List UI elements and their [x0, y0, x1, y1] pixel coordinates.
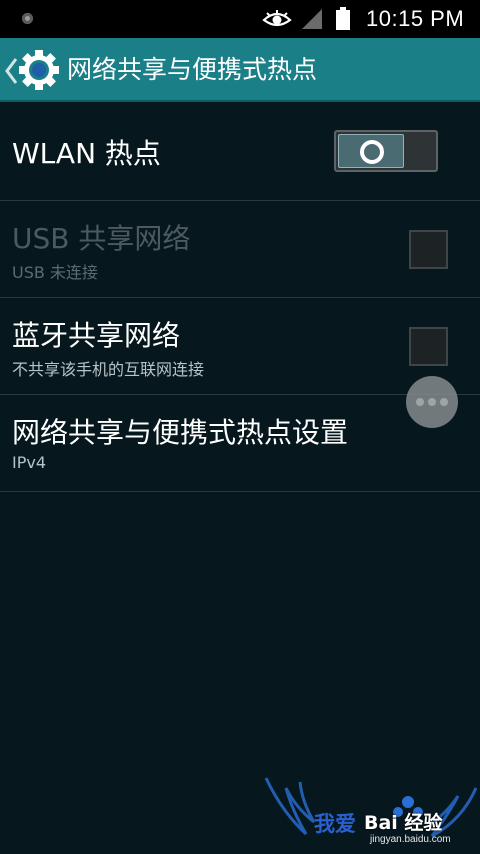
switch-thumb [338, 134, 404, 168]
notification-dot-icon [22, 13, 33, 24]
bluetooth-tethering-checkbox[interactable] [409, 327, 448, 366]
watermark-brand: Bai 经验 [364, 812, 443, 834]
eye-icon [262, 10, 292, 27]
preference-list: WLAN 热点 USB 共享网络 USB 未连接 蓝牙共享网络 不共享该手机的互… [0, 104, 480, 492]
action-bar: 网络共享与便携式热点 [0, 38, 480, 102]
switch-on-icon [360, 140, 384, 164]
pref-summary: 不共享该手机的互联网连接 [12, 360, 205, 379]
watermark-url: jingyan.baidu.com [370, 834, 451, 845]
pref-summary: USB 未连接 [12, 263, 98, 282]
pref-usb-tethering: USB 共享网络 USB 未连接 [0, 201, 480, 298]
pref-title: 蓝牙共享网络 [12, 319, 181, 352]
more-dots-icon[interactable] [406, 376, 458, 428]
chevron-left-icon[interactable] [3, 56, 19, 86]
watermark-text: 我爱 [314, 812, 356, 836]
pref-title: USB 共享网络 [12, 222, 191, 255]
pref-summary: IPv4 [12, 453, 47, 472]
pref-wlan-hotspot[interactable]: WLAN 热点 [0, 104, 480, 201]
usb-tethering-checkbox [409, 230, 448, 269]
page-title: 网络共享与便携式热点 [67, 55, 318, 84]
pref-bluetooth-tethering[interactable]: 蓝牙共享网络 不共享该手机的互联网连接 [0, 298, 480, 395]
battery-icon [336, 7, 350, 30]
wlan-hotspot-switch[interactable] [334, 130, 438, 172]
status-bar: 10:15 PM [0, 0, 480, 38]
signal-icon [302, 9, 322, 29]
pref-title: 网络共享与便携式热点设置 [12, 416, 349, 449]
gear-icon[interactable] [18, 49, 60, 91]
status-clock: 10:15 PM [366, 6, 465, 31]
pref-title: WLAN 热点 [12, 137, 161, 170]
watermark: 我爱 Bai 经验 jingyan.baidu.com [262, 772, 480, 854]
